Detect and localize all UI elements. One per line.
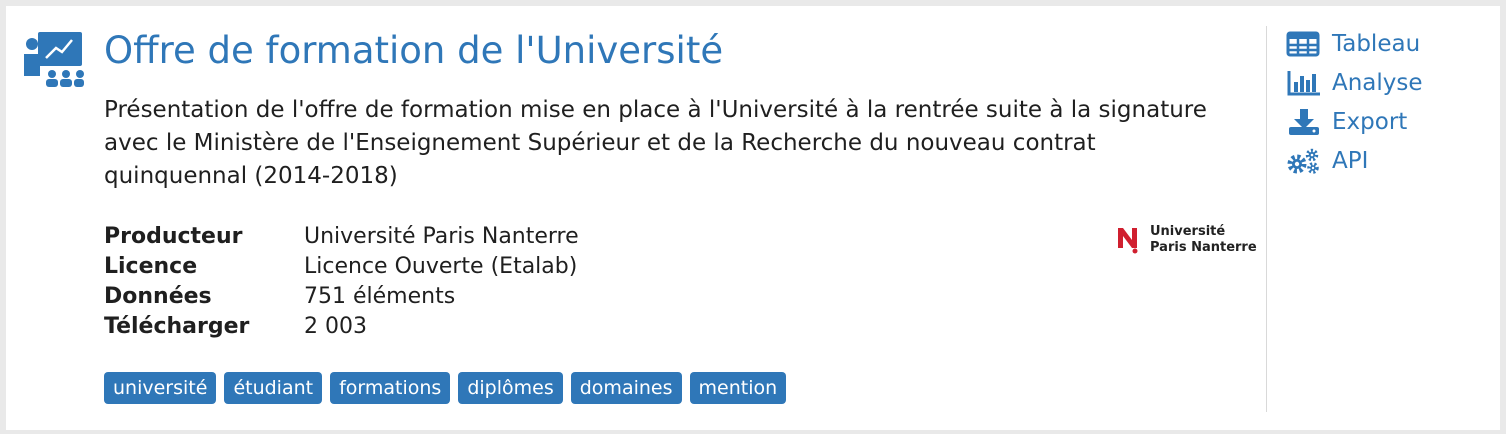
meta-value: 751 éléments	[304, 284, 456, 309]
tag-formations[interactable]: formations	[330, 372, 451, 404]
tag-mention[interactable]: mention	[689, 372, 787, 404]
dataset-card: Offre de formation de l'Université Prése…	[6, 6, 1500, 430]
action-label: Tableau	[1332, 30, 1421, 57]
meta-value: 2 003	[304, 314, 367, 339]
actions-divider	[1266, 26, 1267, 412]
meta-row-donnees: Données 751 éléments	[104, 282, 579, 312]
download-icon	[1289, 108, 1319, 135]
tag-etudiant[interactable]: étudiant	[224, 372, 323, 404]
dataset-title[interactable]: Offre de formation de l'Université	[104, 28, 723, 74]
gears-icon	[1287, 148, 1319, 174]
meta-row-licence: Licence Licence Ouverte (Etalab)	[104, 252, 579, 282]
tag-diplomes[interactable]: diplômes	[458, 372, 563, 404]
course-presentation-icon	[24, 32, 84, 87]
bar-chart-icon	[1287, 70, 1320, 95]
logo-line-2: Paris Nanterre	[1150, 240, 1257, 255]
action-analyse[interactable]: Analyse	[1286, 63, 1423, 102]
university-logo-icon	[1118, 228, 1138, 254]
meta-key: Producteur	[104, 224, 243, 249]
meta-value: Licence Ouverte (Etalab)	[304, 254, 578, 279]
tag-list: université étudiant formations diplômes …	[104, 372, 787, 404]
metadata-list: Producteur Université Paris Nanterre Lic…	[104, 222, 579, 342]
meta-row-telecharger: Télécharger 2 003	[104, 312, 579, 342]
meta-row-producteur: Producteur Université Paris Nanterre	[104, 222, 579, 252]
action-export[interactable]: Export	[1286, 102, 1423, 141]
producer-logo: Université Paris Nanterre	[1116, 224, 1257, 260]
action-label: Export	[1332, 108, 1408, 135]
action-label: API	[1332, 147, 1369, 174]
table-icon	[1286, 31, 1320, 56]
meta-key: Licence	[104, 254, 198, 279]
tag-universite[interactable]: université	[104, 372, 217, 404]
meta-key: Données	[104, 284, 212, 309]
action-api[interactable]: API	[1286, 141, 1423, 180]
dataset-description: Présentation de l'offre de formation mis…	[104, 97, 1207, 189]
meta-key: Télécharger	[104, 314, 250, 339]
logo-line-1: Université	[1150, 224, 1226, 239]
action-tableau[interactable]: Tableau	[1286, 24, 1423, 63]
actions-menu: Tableau Analyse Export API	[1286, 24, 1423, 180]
action-label: Analyse	[1332, 69, 1423, 96]
tag-domaines[interactable]: domaines	[570, 372, 682, 404]
meta-value: Université Paris Nanterre	[304, 224, 579, 249]
